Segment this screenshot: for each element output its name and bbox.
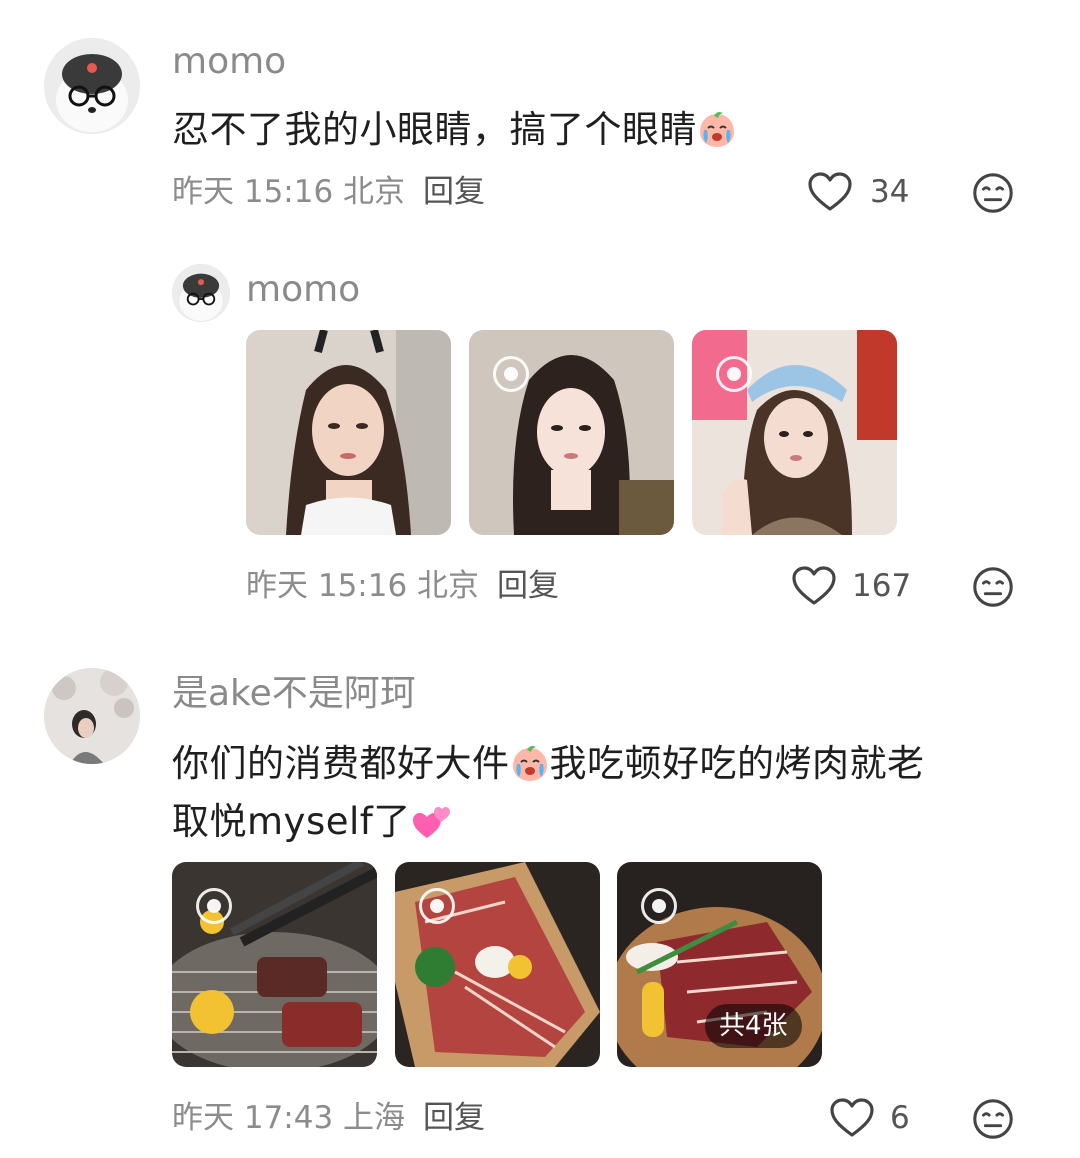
comment-username[interactable]: momo [172, 40, 286, 84]
crying-peach-emoji-icon [510, 744, 550, 784]
like-button[interactable]: 6 [828, 1094, 918, 1142]
avatar[interactable] [44, 38, 140, 134]
like-count: 34 [870, 174, 910, 210]
avatar-image [44, 668, 140, 764]
girl-photo-1 [246, 330, 451, 535]
meh-face-icon[interactable] [970, 564, 1016, 610]
comment-time-location: 昨天 15:16 北京 [172, 174, 406, 210]
heart-icon [790, 562, 838, 610]
comment-image[interactable] [469, 330, 674, 535]
avatar[interactable] [44, 668, 140, 764]
reply-meta: 昨天 15:16 北京 回复 [246, 566, 559, 606]
heart-icon [828, 1094, 876, 1142]
comment-image[interactable]: 共4张 [617, 862, 822, 1067]
like-button[interactable]: 34 [806, 168, 916, 216]
comment-image[interactable] [172, 862, 377, 1067]
live-photo-icon [419, 888, 455, 924]
comment-time-location: 昨天 17:43 上海 [172, 1100, 406, 1136]
comment-text-content: 忍不了我的小眼睛，搞了个眼睛 [172, 108, 697, 151]
comment-text-line: 取悦myself了 [172, 793, 1032, 851]
reply-button[interactable]: 回复 [423, 1100, 485, 1136]
live-photo-icon [493, 356, 529, 392]
heart-icon [806, 168, 854, 216]
reply-username[interactable]: momo [246, 268, 360, 312]
image-count-badge: 共4张 [705, 1004, 802, 1048]
avatar-image [44, 38, 140, 134]
comment-meta: 昨天 17:43 上海 回复 [172, 1098, 485, 1138]
comment-username[interactable]: 是ake不是阿珂 [172, 672, 416, 716]
like-count: 167 [852, 568, 912, 604]
comment-text-line: 你们的消费都好大件 我吃顿好吃的烤肉就老 [172, 735, 1032, 793]
comment-image[interactable] [692, 330, 897, 535]
comment-text: 你们的消费都好大件 我吃顿好吃的烤肉就老 取悦myself了 [172, 735, 1032, 851]
live-photo-icon [641, 888, 677, 924]
live-photo-icon [716, 356, 752, 392]
comment-meta: 昨天 15:16 北京 回复 [172, 172, 485, 212]
meh-face-icon[interactable] [970, 1096, 1016, 1142]
live-photo-icon [196, 888, 232, 924]
comment-text: 忍不了我的小眼睛，搞了个眼睛 [172, 101, 737, 159]
avatar[interactable] [172, 264, 230, 322]
crying-peach-emoji-icon [697, 110, 737, 150]
comment-text-part: 我吃顿好吃的烤肉就老 [549, 742, 925, 785]
like-button[interactable]: 167 [790, 562, 920, 610]
comment-text-part: 取悦myself了 [172, 800, 411, 843]
like-count: 6 [890, 1100, 910, 1136]
reply-time-location: 昨天 15:16 北京 [246, 568, 480, 604]
comment-image[interactable] [246, 330, 451, 535]
avatar-image [172, 264, 230, 322]
meh-face-icon[interactable] [970, 170, 1016, 216]
comment-image[interactable] [395, 862, 600, 1067]
reply-button[interactable]: 回复 [423, 174, 485, 210]
reply-button[interactable]: 回复 [497, 568, 559, 604]
two-hearts-emoji-icon [411, 802, 451, 842]
comment-text-part: 你们的消费都好大件 [172, 742, 510, 785]
